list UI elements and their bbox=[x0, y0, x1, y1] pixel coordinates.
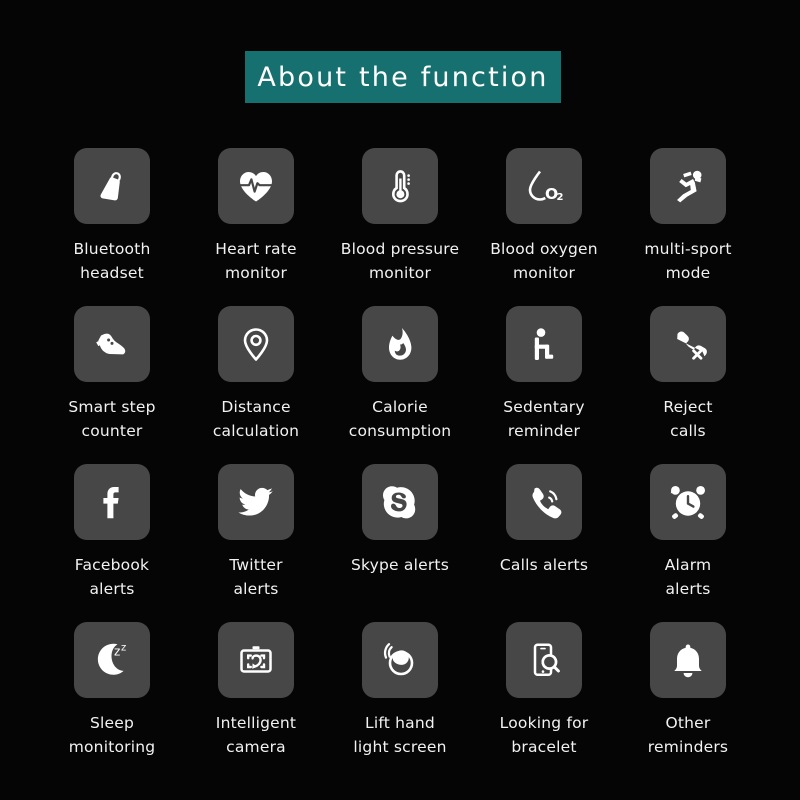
feature-label: Heart rate monitor bbox=[215, 240, 297, 282]
feature-item-reject-calls[interactable]: Reject calls bbox=[616, 306, 760, 464]
feature-grid: Bluetooth headset Heart rate monitor Blo… bbox=[0, 148, 800, 780]
running-person-icon bbox=[677, 170, 702, 203]
feature-label: Reject calls bbox=[663, 398, 713, 440]
feature-item-multi-sport-mode[interactable]: multi-sport mode bbox=[616, 148, 760, 306]
map-pin-icon bbox=[243, 328, 269, 361]
feature-tile[interactable] bbox=[362, 622, 438, 698]
feature-item-looking-for-bracelet[interactable]: Looking for bracelet bbox=[472, 622, 616, 780]
feature-label: Blood oxygen monitor bbox=[490, 240, 598, 282]
blood-oxygen-icon: O 2 bbox=[528, 170, 564, 203]
feature-label: Other reminders bbox=[647, 714, 729, 756]
bell-icon bbox=[674, 644, 702, 678]
page-title: About the function bbox=[257, 61, 549, 93]
thermometer-icon bbox=[391, 170, 410, 203]
feature-label: Looking for bracelet bbox=[499, 714, 589, 756]
feature-item-lift-hand-light-screen[interactable]: Lift hand light screen bbox=[328, 622, 472, 780]
feature-tile[interactable] bbox=[650, 622, 726, 698]
feature-tile[interactable] bbox=[218, 622, 294, 698]
feature-item-distance-calculation[interactable]: Distance calculation bbox=[184, 306, 328, 464]
feature-label: Intelligent camera bbox=[215, 714, 297, 756]
feature-label: Twitter alerts bbox=[229, 556, 283, 598]
feature-tile[interactable] bbox=[74, 148, 150, 224]
reject-call-icon bbox=[677, 331, 707, 360]
feature-label: Distance calculation bbox=[212, 398, 300, 440]
feature-item-sleep-monitoring[interactable]: z z Sleep monitoring bbox=[40, 622, 184, 780]
page-root: About the function Bluetooth headset Hea… bbox=[0, 0, 800, 800]
feature-item-bluetooth-headset[interactable]: Bluetooth headset bbox=[40, 148, 184, 306]
feature-tile[interactable] bbox=[218, 464, 294, 540]
feature-label: multi-sport mode bbox=[644, 240, 732, 282]
feature-tile[interactable]: z z bbox=[74, 622, 150, 698]
feature-tile[interactable] bbox=[650, 464, 726, 540]
feature-item-heart-rate-monitor[interactable]: Heart rate monitor bbox=[184, 148, 328, 306]
feature-label: Calls alerts bbox=[499, 556, 589, 574]
feature-item-intelligent-camera[interactable]: Intelligent camera bbox=[184, 622, 328, 780]
moon-zzz-icon: z z bbox=[97, 643, 126, 675]
svg-text:2: 2 bbox=[557, 192, 564, 203]
feature-item-calorie-consumption[interactable]: Calorie consumption bbox=[328, 306, 472, 464]
feature-item-other-reminders[interactable]: Other reminders bbox=[616, 622, 760, 780]
find-bracelet-icon bbox=[533, 643, 560, 677]
flame-icon bbox=[389, 328, 412, 360]
feature-item-alarm-alerts[interactable]: Alarm alerts bbox=[616, 464, 760, 622]
svg-text:z: z bbox=[114, 645, 120, 659]
feature-item-blood-oxygen-monitor[interactable]: O 2 Blood oxygen monitor bbox=[472, 148, 616, 306]
feature-label: Lift hand light screen bbox=[353, 714, 447, 756]
facebook-icon bbox=[103, 487, 119, 519]
feature-tile[interactable] bbox=[74, 464, 150, 540]
camera-icon bbox=[240, 646, 272, 673]
feature-tile[interactable] bbox=[650, 148, 726, 224]
bluetooth-headset-icon bbox=[100, 172, 121, 201]
feature-tile[interactable]: O 2 bbox=[506, 148, 582, 224]
feature-tile[interactable] bbox=[218, 306, 294, 382]
feature-label: Skype alerts bbox=[350, 556, 449, 574]
feature-item-skype-alerts[interactable]: Skype alerts bbox=[328, 464, 472, 622]
feature-tile[interactable] bbox=[650, 306, 726, 382]
feature-tile[interactable] bbox=[218, 148, 294, 224]
feature-item-smart-step-counter[interactable]: Smart step counter bbox=[40, 306, 184, 464]
feature-label: Sedentary reminder bbox=[503, 398, 585, 440]
feature-label: Facebook alerts bbox=[74, 556, 150, 598]
feature-tile[interactable] bbox=[362, 464, 438, 540]
heart-rate-icon bbox=[239, 172, 273, 202]
feature-tile[interactable] bbox=[506, 622, 582, 698]
sitting-person-icon bbox=[534, 328, 554, 360]
feature-item-blood-pressure-monitor[interactable]: Blood pressure monitor bbox=[328, 148, 472, 306]
phone-ring-icon bbox=[532, 487, 562, 519]
feature-tile[interactable] bbox=[506, 464, 582, 540]
feature-label: Bluetooth headset bbox=[73, 240, 151, 282]
feature-label: Smart step counter bbox=[68, 398, 156, 440]
feature-item-twitter-alerts[interactable]: Twitter alerts bbox=[184, 464, 328, 622]
svg-text:z: z bbox=[121, 643, 126, 654]
feature-item-calls-alerts[interactable]: Calls alerts bbox=[472, 464, 616, 622]
feature-label: Sleep monitoring bbox=[68, 714, 156, 756]
twitter-icon bbox=[238, 487, 273, 516]
alarm-clock-icon bbox=[670, 486, 705, 519]
feature-label: Alarm alerts bbox=[664, 556, 712, 598]
feature-item-facebook-alerts[interactable]: Facebook alerts bbox=[40, 464, 184, 622]
feature-tile[interactable] bbox=[74, 306, 150, 382]
feature-item-sedentary-reminder[interactable]: Sedentary reminder bbox=[472, 306, 616, 464]
feature-label: Blood pressure monitor bbox=[340, 240, 460, 282]
feature-label: Calorie consumption bbox=[348, 398, 452, 440]
lift-wrist-icon bbox=[383, 643, 414, 676]
skype-icon bbox=[383, 486, 416, 519]
feature-tile[interactable] bbox=[506, 306, 582, 382]
shoe-icon bbox=[96, 333, 126, 355]
feature-tile[interactable] bbox=[362, 306, 438, 382]
page-title-banner: About the function bbox=[245, 51, 561, 103]
feature-tile[interactable] bbox=[362, 148, 438, 224]
